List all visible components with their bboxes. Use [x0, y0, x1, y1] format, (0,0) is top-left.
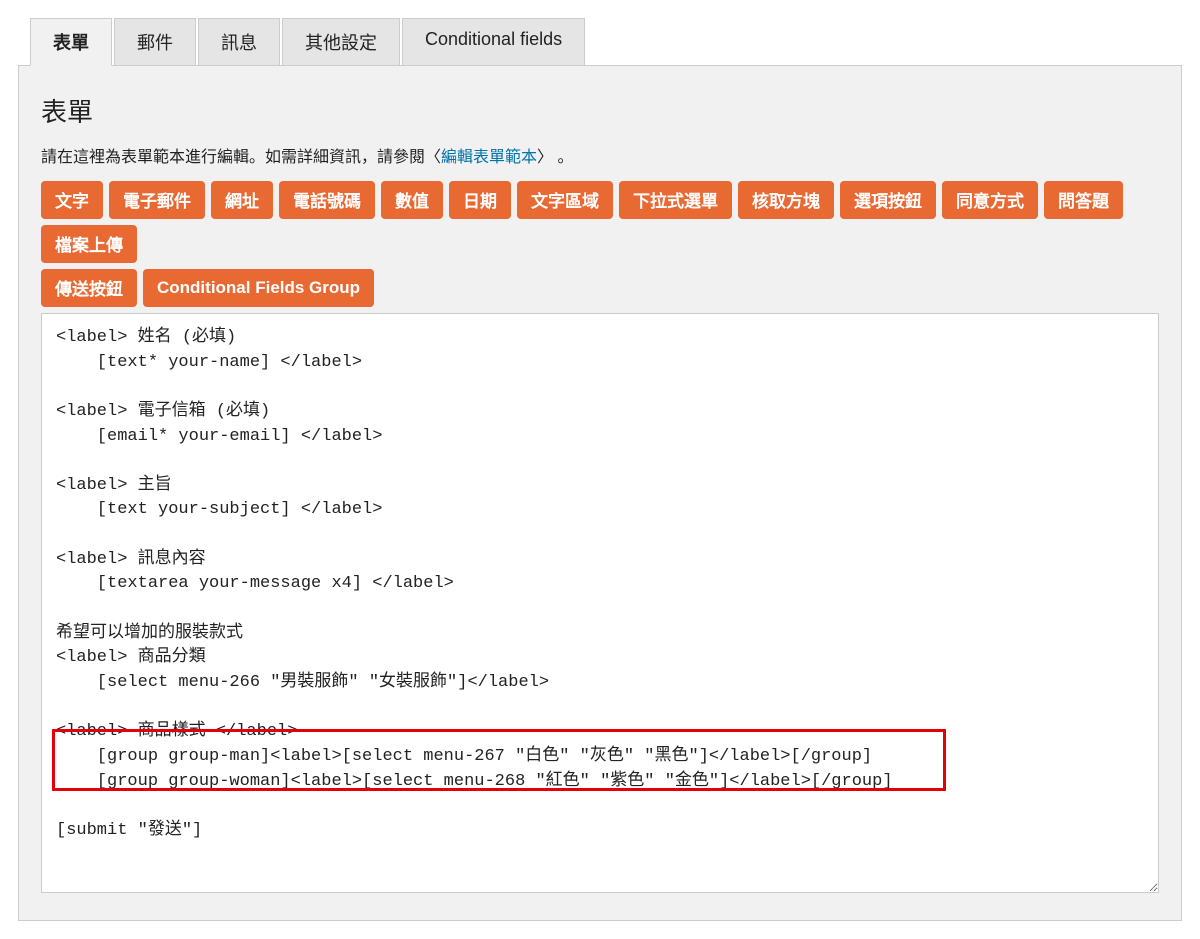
- helper-text: 請在這裡為表單範本進行編輯。如需詳細資訊，請參閱〈編輯表單範本〉 。: [41, 143, 1159, 167]
- tab-conditional-fields[interactable]: Conditional fields: [402, 18, 585, 66]
- tag-email-button[interactable]: 電子郵件: [109, 181, 205, 219]
- tag-text-button[interactable]: 文字: [41, 181, 103, 219]
- tag-url-button[interactable]: 網址: [211, 181, 273, 219]
- tag-checkbox-button[interactable]: 核取方塊: [738, 181, 834, 219]
- helper-prefix: 請在這裡為表單範本進行編輯。如需詳細資訊，請參閱〈: [41, 149, 441, 166]
- tab-form[interactable]: 表單: [30, 18, 112, 66]
- tag-number-button[interactable]: 數值: [381, 181, 443, 219]
- tag-buttons-row-2: 傳送按鈕 Conditional Fields Group: [41, 269, 1159, 307]
- tag-buttons-row-1: 文字 電子郵件 網址 電話號碼 數值 日期 文字區域 下拉式選單 核取方塊 選項…: [41, 181, 1159, 263]
- tag-submit-button[interactable]: 傳送按鈕: [41, 269, 137, 307]
- helper-suffix: 〉 。: [537, 149, 573, 166]
- tab-mail[interactable]: 郵件: [114, 18, 196, 66]
- form-template-textarea[interactable]: [41, 313, 1159, 893]
- tab-messages[interactable]: 訊息: [198, 18, 280, 66]
- tag-file-button[interactable]: 檔案上傳: [41, 225, 137, 263]
- tag-conditional-group-button[interactable]: Conditional Fields Group: [143, 269, 374, 307]
- section-title: 表單: [41, 92, 1159, 129]
- form-editor-panel: 表單 請在這裡為表單範本進行編輯。如需詳細資訊，請參閱〈編輯表單範本〉 。 文字…: [18, 65, 1182, 921]
- tag-acceptance-button[interactable]: 同意方式: [942, 181, 1038, 219]
- tab-additional[interactable]: 其他設定: [282, 18, 400, 66]
- tag-radio-button[interactable]: 選項按鈕: [840, 181, 936, 219]
- tag-dropdown-button[interactable]: 下拉式選單: [619, 181, 732, 219]
- tag-quiz-button[interactable]: 問答題: [1044, 181, 1123, 219]
- tag-date-button[interactable]: 日期: [449, 181, 511, 219]
- tab-bar: 表單 郵件 訊息 其他設定 Conditional fields: [30, 17, 1182, 65]
- helper-link-edit-template[interactable]: 編輯表單範本: [441, 149, 537, 166]
- tag-textarea-button[interactable]: 文字區域: [517, 181, 613, 219]
- tag-tel-button[interactable]: 電話號碼: [279, 181, 375, 219]
